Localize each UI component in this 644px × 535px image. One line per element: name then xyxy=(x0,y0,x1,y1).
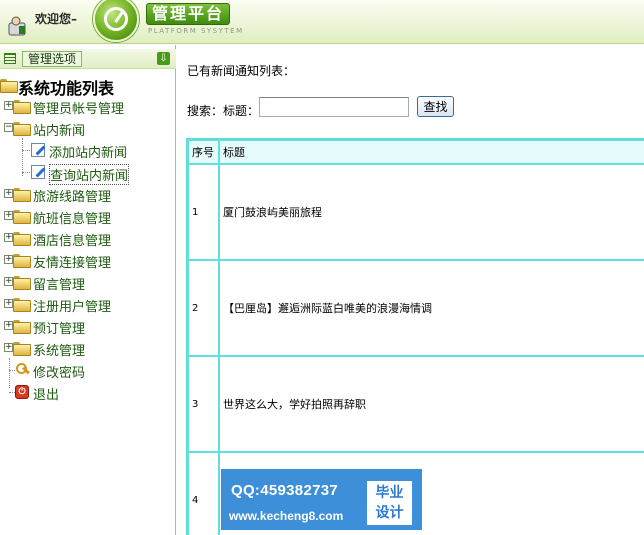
folder-open-icon xyxy=(0,79,18,93)
tree-connector xyxy=(9,358,10,388)
folder-icon xyxy=(13,342,31,356)
expand-plus-icon[interactable]: + xyxy=(4,189,13,198)
search-label: 搜索：标题： xyxy=(187,104,260,118)
sidebar-item-label: 旅游线路管理 xyxy=(33,190,112,205)
expand-plus-icon[interactable]: + xyxy=(4,321,13,330)
expand-plus-icon[interactable]: + xyxy=(4,299,13,308)
sidebar-item-label: 退出 xyxy=(33,388,60,403)
sidebar-toolbar: 管理选项 ⇩ xyxy=(0,49,176,69)
brand-title: 管理平台 xyxy=(146,3,230,25)
tree-title-text: 系统功能列表 xyxy=(18,79,115,98)
sidebar-item-label: 添加站内新闻 xyxy=(49,146,128,161)
sidebar-item-label: 留言管理 xyxy=(33,278,86,293)
table-row: 2 【巴厘岛】邂逅洲际蓝白唯美的浪漫海情调 xyxy=(189,261,644,355)
folder-icon xyxy=(13,232,31,246)
sidebar-item-label: 查询站内新闻 xyxy=(49,164,130,185)
sidebar-item-label: 友情连接管理 xyxy=(33,256,112,271)
sidebar-item-label: 管理员帐号管理 xyxy=(33,102,125,117)
column-header-index: 序号 xyxy=(189,141,218,163)
sidebar-item-label: 预订管理 xyxy=(33,322,86,337)
welcome-text: 欢迎您– xyxy=(35,12,78,26)
tree-connector xyxy=(22,138,23,176)
sidebar: 管理选项 ⇩ 系统功能列表 + 管理员帐号管理 − 站内新闻 添加站内新闻 查询… xyxy=(0,45,176,535)
column-header-title: 标题 xyxy=(220,141,644,163)
row-title[interactable]: 世界这么大，学好拍照再辞职 xyxy=(220,357,644,451)
title-search-input[interactable] xyxy=(259,97,409,117)
tree-connector xyxy=(9,370,15,371)
collapse-arrow-icon[interactable]: ⇩ xyxy=(157,52,170,65)
user-icon xyxy=(8,16,26,36)
watermark-qq: QQ:459382737 xyxy=(231,482,339,499)
expand-plus-icon[interactable]: + xyxy=(4,255,13,264)
watermark-stamp: 毕业 设计 xyxy=(367,481,412,525)
search-button[interactable]: 查找 xyxy=(417,96,454,117)
table-row: 1 厦门鼓浪屿美丽旅程 xyxy=(189,165,644,259)
sidebar-item-label: 注册用户管理 xyxy=(33,300,112,315)
watermark-banner: QQ:459382737 www.kecheng8.com 毕业 设计 xyxy=(221,469,422,530)
table-header-row: 序号 标题 xyxy=(189,141,644,163)
expand-plus-icon[interactable]: + xyxy=(4,343,13,352)
watermark-stamp-line1: 毕业 xyxy=(375,485,404,501)
folder-icon xyxy=(13,210,31,224)
expand-plus-icon[interactable]: + xyxy=(4,277,13,286)
grid-icon xyxy=(4,53,16,64)
row-title[interactable]: 【巴厘岛】邂逅洲际蓝白唯美的浪漫海情调 xyxy=(220,261,644,355)
expand-plus-icon[interactable]: + xyxy=(4,233,13,242)
sidebar-item-label: 酒店信息管理 xyxy=(33,234,112,249)
sidebar-item-label: 站内新闻 xyxy=(33,124,86,139)
row-index: 2 xyxy=(189,261,218,355)
row-index: 3 xyxy=(189,357,218,451)
sidebar-item-label: 航班信息管理 xyxy=(33,212,112,227)
table-row: 3 世界这么大，学好拍照再辞职 xyxy=(189,357,644,451)
watermark-stamp-line2: 设计 xyxy=(375,505,404,521)
row-index: 1 xyxy=(189,165,218,259)
folder-icon xyxy=(13,254,31,268)
brand-subtitle: PLATFORM SYSYTEM xyxy=(148,27,244,35)
sidebar-item-label: 修改密码 xyxy=(33,366,86,381)
main-content: 已有新闻通知列表： 搜索：标题： 查找 序号 标题 1 厦门鼓浪屿美丽旅程 2 … xyxy=(177,45,644,535)
tree-connector xyxy=(22,150,30,151)
sidebar-item-label: 系统管理 xyxy=(33,344,86,359)
top-header: 欢迎您– 管理平台 PLATFORM SYSYTEM xyxy=(0,0,644,44)
folder-icon xyxy=(13,298,31,312)
folder-icon xyxy=(13,320,31,334)
manage-options-button[interactable]: 管理选项 xyxy=(22,51,83,67)
row-index: 4 xyxy=(189,453,218,535)
exit-icon: ⏻ xyxy=(15,385,29,399)
edit-icon xyxy=(31,143,45,157)
folder-icon xyxy=(13,100,31,114)
watermark-site: www.kecheng8.com xyxy=(229,509,344,523)
collapse-minus-icon[interactable]: − xyxy=(4,123,13,132)
logo-icon xyxy=(93,0,139,42)
row-title[interactable]: 厦门鼓浪屿美丽旅程 xyxy=(220,165,644,259)
tree-connector xyxy=(22,172,30,173)
folder-open-icon xyxy=(13,122,31,136)
folder-icon xyxy=(13,276,31,290)
folder-icon xyxy=(13,188,31,202)
key-icon xyxy=(16,363,30,377)
expand-plus-icon[interactable]: + xyxy=(4,101,13,110)
page-title: 已有新闻通知列表： xyxy=(187,64,296,78)
expand-plus-icon[interactable]: + xyxy=(4,211,13,220)
edit-icon xyxy=(31,165,45,179)
